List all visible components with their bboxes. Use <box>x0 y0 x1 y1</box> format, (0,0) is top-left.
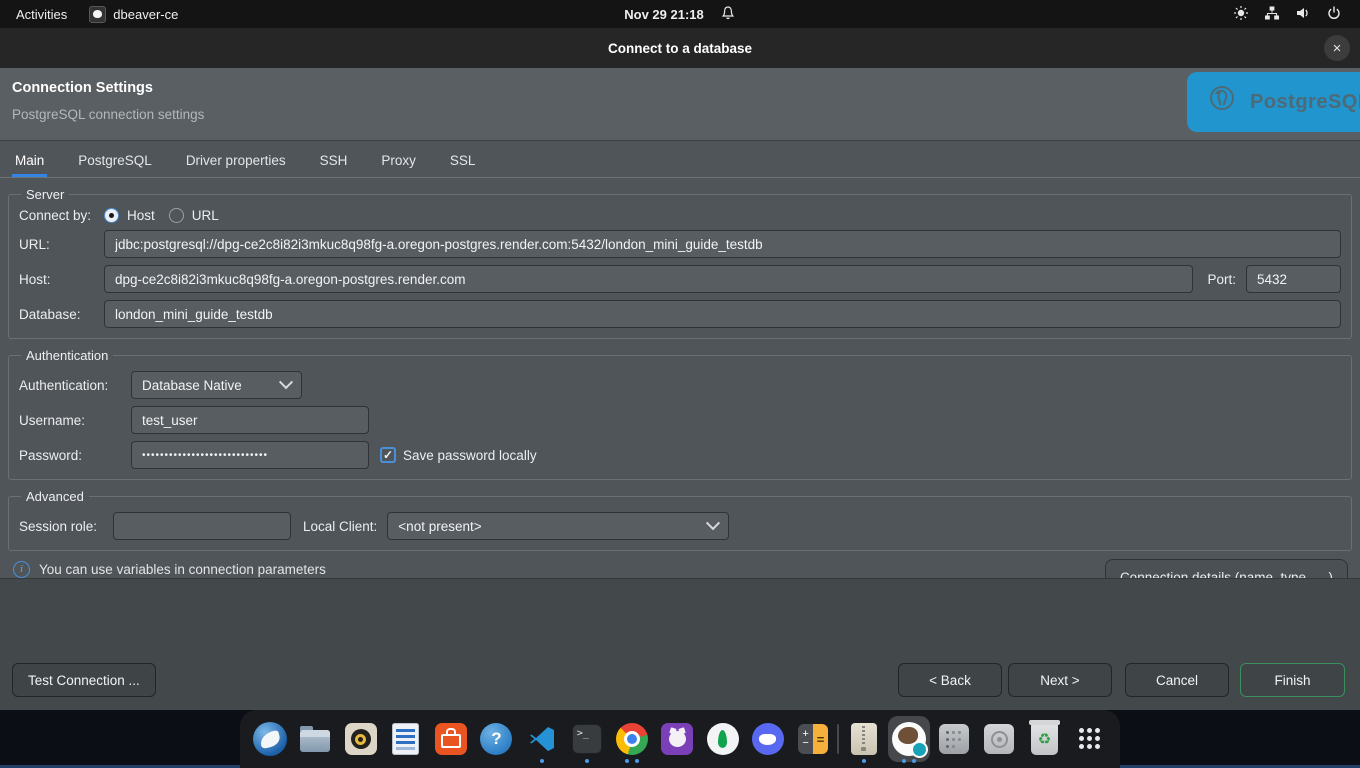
advanced-group: Advanced Session role: Local Client: <no… <box>8 489 1352 551</box>
dialog-content: Main PostgreSQL Driver properties SSH Pr… <box>0 140 1360 578</box>
database-input[interactable] <box>104 300 1341 328</box>
username-label: Username: <box>19 413 131 428</box>
url-input[interactable] <box>104 230 1341 258</box>
authentication-group: Authentication Authentication: Database … <box>8 348 1352 480</box>
connection-details-button[interactable]: Connection details (name, type, ... ) <box>1105 559 1348 578</box>
tab-ssl[interactable]: SSL <box>447 153 479 177</box>
server-group-legend: Server <box>21 187 69 202</box>
focused-app-name: dbeaver-ce <box>113 7 178 22</box>
chevron-down-icon <box>279 375 293 389</box>
app-list-icon[interactable] <box>933 713 975 765</box>
authentication-type-select[interactable]: Database Native <box>131 371 302 399</box>
desktop-dock-area: ? >_ +− = ♻ <box>0 710 1360 768</box>
authentication-group-legend: Authentication <box>21 348 113 363</box>
page-subtitle: PostgreSQL connection settings <box>12 107 204 122</box>
focused-app-menu[interactable]: dbeaver-ce <box>89 6 178 23</box>
app-grid-icon[interactable] <box>1069 713 1111 765</box>
variables-hint-text: You can use variables in connection para… <box>39 562 326 577</box>
back-button[interactable]: < Back <box>898 663 1002 697</box>
tab-driver-properties[interactable]: Driver properties <box>183 153 289 177</box>
dialog-titlebar: Connect to a database × <box>0 28 1360 68</box>
activities-button[interactable]: Activities <box>16 7 67 22</box>
variables-hint: i You can use variables in connection pa… <box>13 561 326 578</box>
password-input[interactable] <box>131 441 369 469</box>
tab-postgresql[interactable]: PostgreSQL <box>75 153 155 177</box>
help-icon[interactable]: ? <box>475 713 517 765</box>
dialog-header: Connection Settings PostgreSQL connectio… <box>0 68 1360 140</box>
notification-bell-icon <box>720 5 736 24</box>
close-icon[interactable]: × <box>1324 35 1350 61</box>
cancel-button[interactable]: Cancel <box>1125 663 1229 697</box>
dock-separator <box>837 724 839 754</box>
dbeaver-dock-icon[interactable] <box>888 713 930 765</box>
clock[interactable]: Nov 29 21:18 <box>624 7 704 22</box>
brightness-icon[interactable] <box>1233 5 1249 24</box>
connect-by-host-option[interactable]: Host <box>127 208 155 223</box>
volume-icon[interactable] <box>1295 5 1311 24</box>
ubuntu-software-icon[interactable] <box>430 713 472 765</box>
dbeaver-app-icon <box>89 6 106 23</box>
calculator-icon[interactable]: +− = <box>792 713 834 765</box>
finish-button[interactable]: Finish <box>1240 663 1345 697</box>
dialog-title: Connect to a database <box>608 41 752 56</box>
top-bar: Activities dbeaver-ce Nov 29 21:18 <box>0 0 1360 28</box>
session-role-label: Session role: <box>19 519 113 534</box>
server-group: Server Connect by: Host URL URL: Host: P… <box>8 187 1352 339</box>
info-icon: i <box>13 561 30 578</box>
rhythmbox-icon[interactable] <box>340 713 382 765</box>
terminal-icon[interactable]: >_ <box>566 713 608 765</box>
username-input[interactable] <box>131 406 369 434</box>
dialog-footer: Test Connection ... < Back Next > Cancel… <box>0 578 1360 710</box>
mongodb-compass-icon[interactable] <box>702 713 744 765</box>
password-label: Password: <box>19 448 131 463</box>
connect-by-url-option[interactable]: URL <box>192 208 219 223</box>
trash-icon[interactable]: ♻ <box>1023 713 1065 765</box>
authentication-type-label: Authentication: <box>19 378 131 393</box>
github-desktop-icon[interactable] <box>656 713 698 765</box>
tab-ssh[interactable]: SSH <box>317 153 351 177</box>
session-role-input[interactable] <box>113 512 291 540</box>
files-icon[interactable] <box>294 713 336 765</box>
archive-manager-icon[interactable] <box>843 713 885 765</box>
port-input[interactable] <box>1246 265 1341 293</box>
libreoffice-writer-icon[interactable] <box>385 713 427 765</box>
save-password-label[interactable]: Save password locally <box>403 448 537 463</box>
connect-by-host-radio[interactable] <box>104 208 119 223</box>
power-icon[interactable] <box>1326 5 1342 24</box>
connect-by-url-radio[interactable] <box>169 208 184 223</box>
save-password-checkbox[interactable]: ✓ <box>380 447 396 463</box>
next-button[interactable]: Next > <box>1008 663 1112 697</box>
connect-by-label: Connect by: <box>19 208 104 223</box>
host-label: Host: <box>19 272 104 287</box>
page-title: Connection Settings <box>12 80 153 96</box>
thunderbird-icon[interactable] <box>249 713 291 765</box>
disk-utility-icon[interactable] <box>978 713 1020 765</box>
discord-icon[interactable] <box>747 713 789 765</box>
advanced-group-legend: Advanced <box>21 489 89 504</box>
postgresql-logo: PostgreSQL <box>1187 72 1360 132</box>
host-input[interactable] <box>104 265 1193 293</box>
postgresql-elephant-icon <box>1203 81 1241 124</box>
chevron-down-icon <box>706 516 720 530</box>
url-label: URL: <box>19 237 104 252</box>
network-icon[interactable] <box>1264 5 1280 24</box>
local-client-label: Local Client: <box>303 519 377 534</box>
local-client-select[interactable]: <not present> <box>387 512 729 540</box>
tab-proxy[interactable]: Proxy <box>378 153 419 177</box>
dock: ? >_ +− = ♻ <box>240 710 1120 768</box>
tab-bar: Main PostgreSQL Driver properties SSH Pr… <box>0 141 1360 178</box>
database-label: Database: <box>19 307 104 322</box>
test-connection-button[interactable]: Test Connection ... <box>12 663 156 697</box>
chrome-icon[interactable] <box>611 713 653 765</box>
vscode-icon[interactable] <box>521 713 563 765</box>
tab-main[interactable]: Main <box>12 153 47 177</box>
port-label: Port: <box>1207 272 1236 287</box>
postgresql-logo-label: PostgreSQL <box>1250 91 1360 114</box>
